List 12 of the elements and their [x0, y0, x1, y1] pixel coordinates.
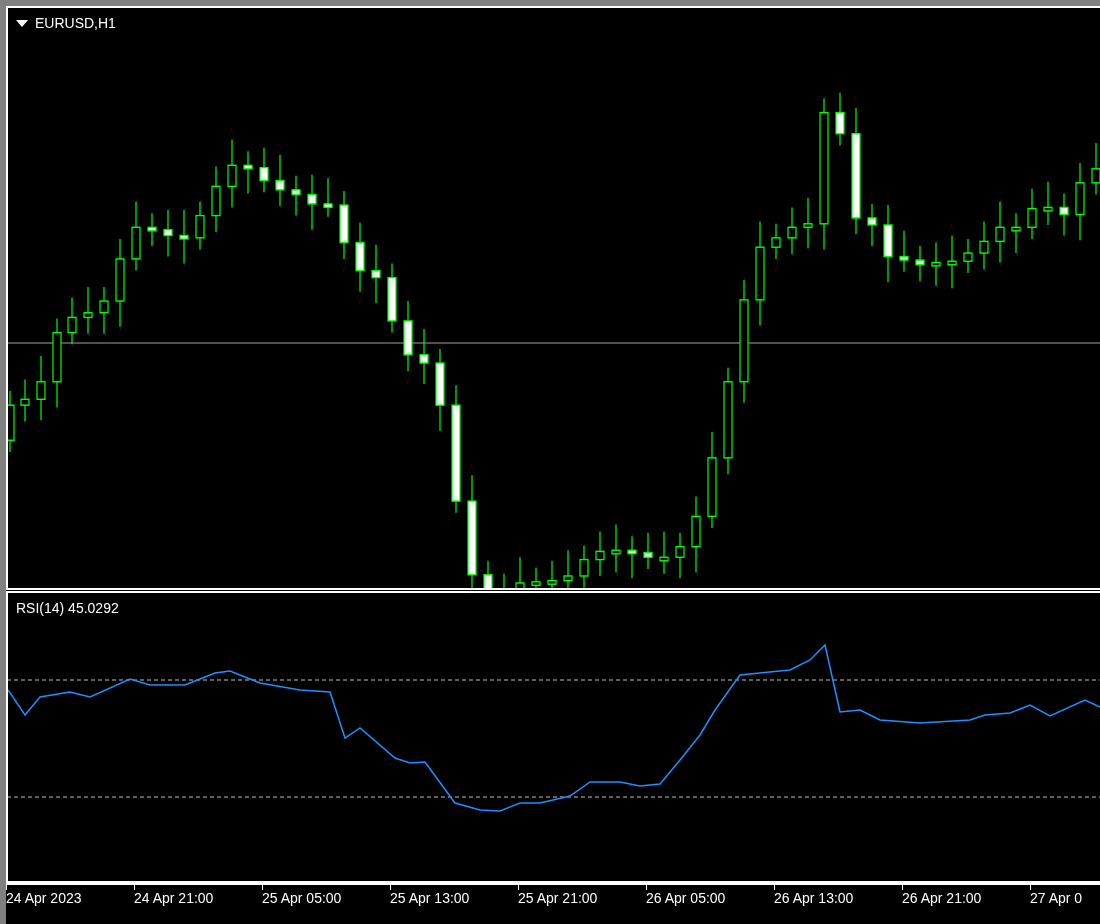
time-axis-label: 24 Apr 2023: [6, 891, 83, 905]
time-axis-label: 25 Apr 21:00: [518, 891, 599, 905]
rsi-value-label: RSI(14) 45.0292: [16, 601, 119, 615]
time-axis-label: 26 Apr 05:00: [646, 891, 727, 905]
time-axis-label: 26 Apr 13:00: [774, 891, 855, 905]
dropdown-arrow-icon[interactable]: [16, 19, 28, 27]
chart-symbol-label: EURUSD,H1: [35, 16, 116, 30]
time-axis-label: 26 Apr 21:00: [902, 891, 983, 905]
time-axis-label: 25 Apr 05:00: [262, 891, 343, 905]
time-axis-label: 24 Apr 21:00: [134, 891, 215, 905]
time-axis-label: 27 Apr 0: [1030, 891, 1084, 905]
time-axis-label: 25 Apr 13:00: [390, 891, 471, 905]
